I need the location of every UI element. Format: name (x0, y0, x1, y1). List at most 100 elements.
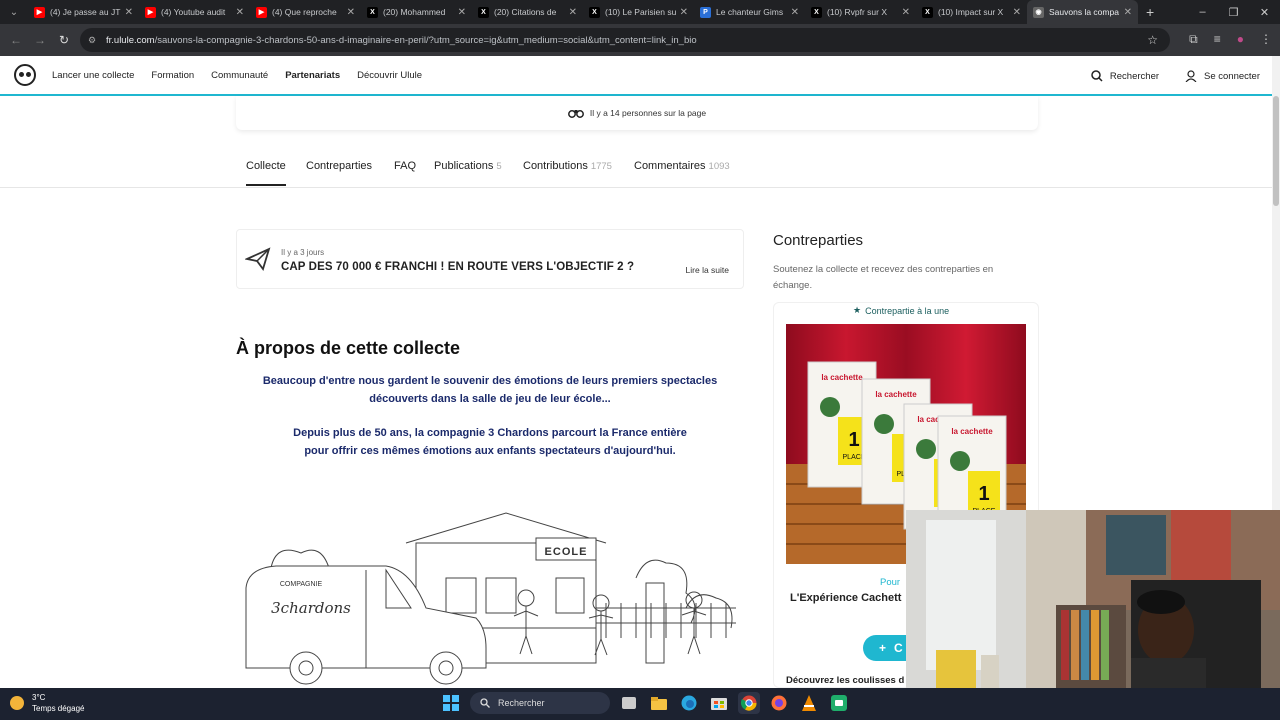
tab-search-dropdown-icon[interactable]: ⌄ (0, 7, 28, 18)
search-button[interactable]: Rechercher (1091, 70, 1159, 82)
back-icon[interactable]: ← (4, 33, 28, 47)
tab-favicon-icon: P (700, 6, 711, 18)
file-explorer-icon[interactable] (648, 692, 670, 714)
nav-communaute[interactable]: Communauté (211, 70, 268, 81)
ticket-number: 1 (848, 429, 859, 451)
school-sign-text: ECOLE (545, 546, 588, 558)
user-icon (1185, 70, 1197, 82)
tab-label: Commentaires (634, 160, 706, 172)
menu-icon[interactable]: ⋮ (1260, 32, 1272, 47)
tab-contributions[interactable]: Contributions 1775 (523, 160, 612, 172)
visitors-text: Il y a 14 personnes sur la page (589, 108, 707, 118)
nav-partenariats[interactable]: Partenariats (285, 70, 340, 81)
close-tab-icon[interactable]: ✕ (1124, 7, 1132, 18)
tab-favicon-icon: ▶ (256, 6, 267, 18)
tab-contreparties[interactable]: Contreparties (306, 160, 372, 172)
url-field[interactable]: ⚙ fr.ulule.com/sauvons-la-compagnie-3-ch… (80, 28, 1170, 52)
edge-icon[interactable] (678, 692, 700, 714)
task-view-icon[interactable] (618, 692, 640, 714)
close-tab-icon[interactable]: ✕ (125, 7, 133, 18)
ulule-logo[interactable] (14, 64, 36, 86)
forward-icon[interactable]: → (28, 33, 52, 47)
tab-commentaires[interactable]: Commentaires 1093 (634, 160, 730, 172)
url-host: fr.ulule.com (106, 34, 155, 46)
ticket-brand: la cachette (951, 427, 993, 436)
tab-count: 1775 (590, 161, 612, 172)
scrollbar-thumb[interactable] (1273, 96, 1279, 206)
firefox-icon[interactable] (768, 692, 790, 714)
tab-collecte[interactable]: Collecte (246, 160, 286, 186)
bookmark-star-icon[interactable]: ☆ (1147, 33, 1158, 47)
tab-favicon-icon: ▶ (34, 6, 45, 18)
reward-price-prefix: Pour (880, 577, 901, 588)
profile-icon[interactable]: ● (1237, 32, 1244, 47)
close-tab-icon[interactable]: ✕ (236, 7, 244, 18)
site-header: Lancer une collecte Formation Communauté… (0, 56, 1272, 96)
new-tab-button[interactable]: + (1146, 4, 1154, 20)
tab-favicon-icon: X (922, 6, 933, 18)
browser-tab[interactable]: X (10) Le Parisien su ✕ (583, 0, 694, 24)
van-text-1: COMPAGNIE (280, 581, 323, 588)
paper-plane-icon (245, 247, 271, 271)
weather-widget[interactable]: 3°C Temps dégagé (10, 692, 84, 714)
close-tab-icon[interactable]: ✕ (791, 7, 799, 18)
chrome-icon[interactable] (738, 692, 760, 714)
browser-tab[interactable]: ▶ (4) Youtube audit ✕ (139, 0, 250, 24)
extensions-icon[interactable]: ⧉ (1189, 32, 1198, 47)
windows-taskbar: 3°C Temps dégagé Rechercher (0, 688, 1280, 720)
tab-label: Publications (434, 160, 494, 172)
tab-favicon-icon: X (367, 6, 378, 18)
store-icon[interactable] (708, 692, 730, 714)
taskbar-search[interactable]: Rechercher (470, 692, 610, 714)
search-label: Rechercher (1109, 70, 1160, 82)
tab-publications[interactable]: Publications 5 (434, 160, 502, 172)
browser-tab[interactable]: X (10) Rvpfr sur X ✕ (805, 0, 916, 24)
van-text-2: 3chardons (271, 599, 351, 617)
tab-favicon-icon: X (589, 6, 600, 18)
nav-decouvrir[interactable]: Découvrir Ulule (357, 70, 422, 81)
tab-title: Sauvons la compa (1049, 7, 1119, 17)
browser-tab[interactable]: ▶ (4) Je passe au JT ✕ (28, 0, 139, 24)
browser-tab-bar: ⌄ ▶ (4) Je passe au JT ✕ ▶ (4) Youtube audit… (0, 0, 1280, 24)
tab-title: (20) Mohammed (383, 7, 446, 17)
close-tab-icon[interactable]: ✕ (680, 7, 688, 18)
browser-tab[interactable]: X (20) Citations de ✕ (472, 0, 583, 24)
nav-lancer[interactable]: Lancer une collecte (52, 70, 134, 81)
login-button[interactable]: Se connecter (1185, 70, 1260, 82)
binoculars-icon (567, 110, 584, 118)
close-tab-icon[interactable]: ✕ (458, 7, 466, 18)
project-tabs: Collecte Contreparties FAQ Publications 5… (0, 150, 1272, 188)
minimize-icon[interactable]: – (1187, 6, 1218, 18)
close-tab-icon[interactable]: ✕ (569, 7, 577, 18)
reload-icon[interactable]: ↻ (52, 33, 76, 47)
browser-tab[interactable]: ◉ Sauvons la compa ✕ (1027, 0, 1138, 24)
tab-faq[interactable]: FAQ (394, 160, 416, 172)
close-window-icon[interactable]: ✕ (1249, 6, 1280, 19)
nav-formation[interactable]: Formation (151, 70, 194, 81)
search-icon (1091, 70, 1103, 82)
read-more-link[interactable]: Lire la suite (686, 265, 729, 275)
browser-tab[interactable]: P Le chanteur Gims ✕ (694, 0, 805, 24)
start-icon[interactable] (440, 692, 462, 714)
browser-tab[interactable]: X (20) Mohammed ✕ (361, 0, 472, 24)
maximize-icon[interactable]: ❐ (1218, 6, 1249, 19)
close-tab-icon[interactable]: ✕ (347, 7, 355, 18)
address-bar-row: ← → ↻ ⚙ fr.ulule.com/sauvons-la-compagni… (0, 24, 1280, 56)
browser-tab[interactable]: X (10) Impact sur X ✕ (916, 0, 1027, 24)
browser-tab[interactable]: ▶ (4) Que reproche ✕ (250, 0, 361, 24)
site-info-icon[interactable]: ⚙ (88, 35, 100, 46)
ticket-number: 1 (978, 483, 989, 505)
tab-title: (10) Impact sur X (938, 7, 1004, 17)
featured-badge: ★ Contrepartie à la une (853, 305, 949, 316)
vlc-icon[interactable] (798, 692, 820, 714)
window-controls: – ❐ ✕ (1187, 0, 1280, 24)
close-tab-icon[interactable]: ✕ (1013, 7, 1021, 18)
search-icon (480, 698, 490, 708)
close-tab-icon[interactable]: ✕ (902, 7, 910, 18)
app-icon[interactable] (828, 692, 850, 714)
weather-temp: 3°C (32, 693, 46, 702)
contribute-button-label: C (894, 641, 903, 655)
latest-news-card[interactable]: Il y a 3 jours CAP DES 70 000 € FRANCHI … (236, 229, 744, 289)
news-date: Il y a 3 jours (281, 248, 325, 257)
media-control-icon[interactable]: ≡ (1214, 32, 1221, 47)
